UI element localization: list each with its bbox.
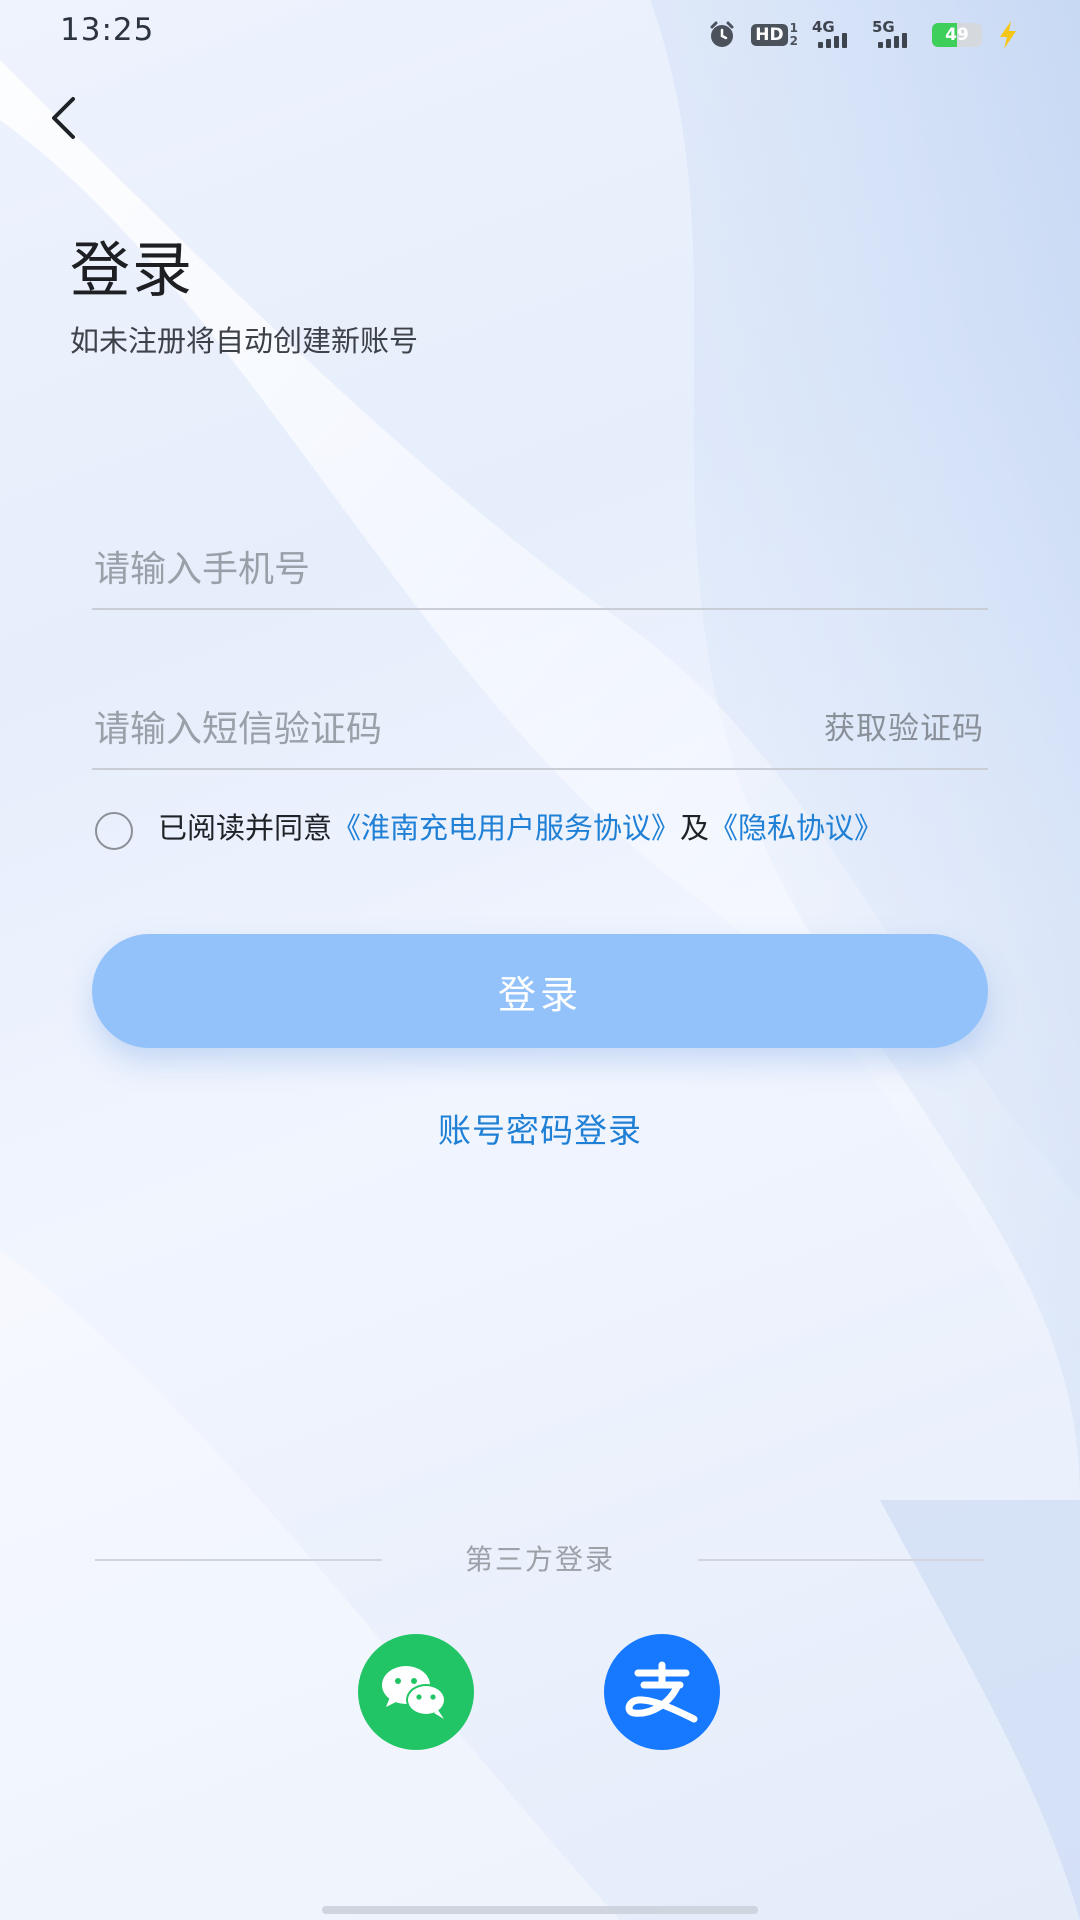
agreement-checkbox[interactable] xyxy=(95,812,133,850)
divider-line-right xyxy=(698,1559,985,1561)
login-button[interactable]: 登录 xyxy=(92,934,988,1048)
wechat-icon xyxy=(382,1666,446,1719)
page-title: 登录 xyxy=(70,236,194,306)
sms-code-field-row: 获取验证码 xyxy=(92,668,988,770)
sms-code-input[interactable] xyxy=(94,704,734,754)
service-agreement-link[interactable]: 《淮南充电用户服务协议》 xyxy=(332,811,680,845)
status-time: 13:25 xyxy=(60,12,155,48)
agreement-text: 已阅读并同意《淮南充电用户服务协议》及《隐私协议》 xyxy=(158,810,978,846)
status-icons: HD 1 2 4G 5G 49 xyxy=(707,17,1020,53)
password-login-link-row: 账号密码登录 xyxy=(0,1104,1080,1152)
alipay-icon xyxy=(625,1661,698,1723)
hd-icon: HD 1 2 xyxy=(751,22,798,48)
hd-label: HD xyxy=(751,24,788,46)
battery-percent: 49 xyxy=(945,25,969,45)
password-login-link[interactable]: 账号密码登录 xyxy=(438,1111,642,1150)
alipay-login-button[interactable] xyxy=(604,1634,720,1750)
back-button[interactable] xyxy=(38,88,88,148)
signal-4g-icon: 4G xyxy=(812,18,858,52)
hd-sim-bottom: 2 xyxy=(789,34,798,48)
home-indicator[interactable] xyxy=(322,1906,758,1914)
battery-icon: 49 xyxy=(932,23,982,47)
privacy-agreement-link[interactable]: 《隐私协议》 xyxy=(709,811,883,845)
page-subtitle: 如未注册将自动创建新账号 xyxy=(70,324,419,358)
chevron-left-icon xyxy=(52,97,75,139)
alarm-icon xyxy=(707,20,737,50)
status-bar: 13:25 HD 1 2 4G 5G 49 xyxy=(0,0,1080,70)
signal-5g-icon: 5G xyxy=(872,18,918,52)
charging-bolt-icon xyxy=(1000,21,1016,49)
phone-input[interactable] xyxy=(94,544,734,594)
wechat-login-button[interactable] xyxy=(358,1634,474,1750)
phone-field-row xyxy=(92,508,988,610)
get-code-button[interactable]: 获取验证码 xyxy=(824,703,984,748)
agreement-prefix: 已阅读并同意 xyxy=(158,811,333,845)
third-party-divider: 第三方登录 xyxy=(95,1540,985,1580)
agreement-conjunction: 及 xyxy=(680,811,710,845)
